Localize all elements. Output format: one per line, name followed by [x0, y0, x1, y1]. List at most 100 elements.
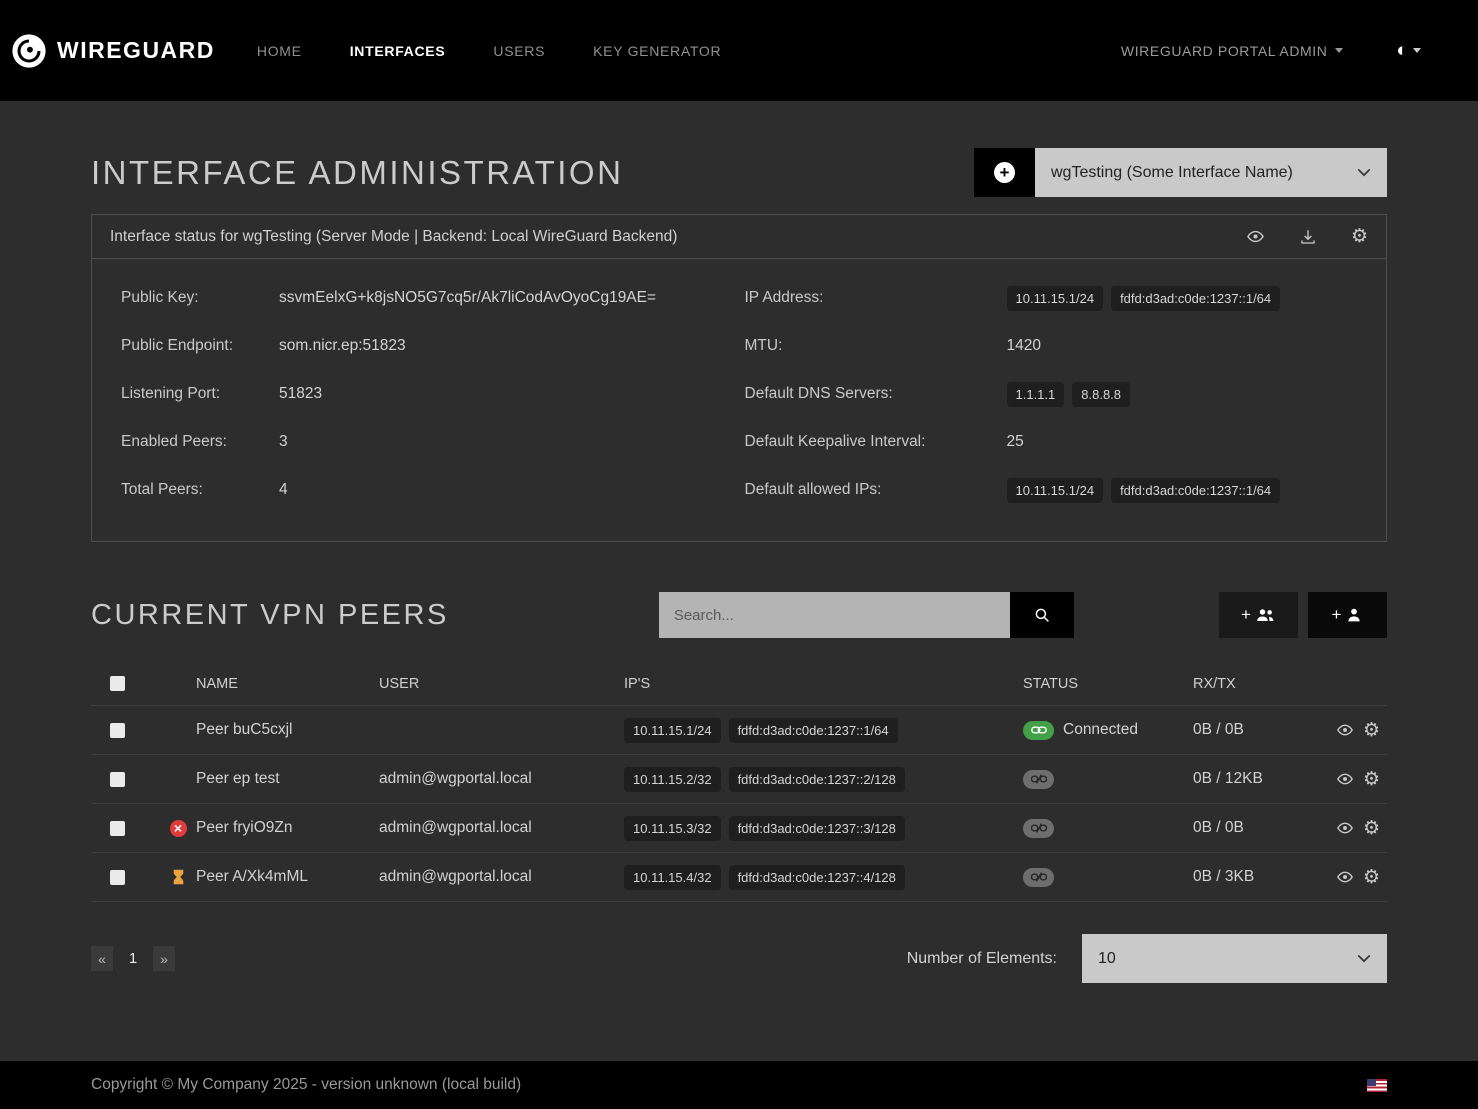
peer-settings-gear-icon[interactable]: ⚙ — [1363, 868, 1380, 887]
field-listening-port: Listening Port: 51823 — [121, 370, 745, 418]
navbar-right: WIREGUARD PORTAL ADMIN ◐ — [1121, 40, 1421, 62]
peers-table: NAME USER IP'S STATUS RX/TX Peer buC5cxj… — [91, 662, 1387, 902]
language-flag-us-icon[interactable] — [1367, 1079, 1387, 1092]
column-header-ips: IP'S — [624, 676, 1023, 692]
field-allowed-ips: Default allowed IPs: 10.11.15.1/24 fdfd:… — [745, 466, 1369, 514]
peer-ip-badge: 10.11.15.2/32 — [624, 767, 721, 792]
row-checkbox[interactable] — [110, 723, 125, 738]
interface-select-value: wgTesting (Some Interface Name) — [1051, 164, 1293, 182]
main-nav: HOME INTERFACES USERS KEY GENERATOR — [257, 43, 721, 59]
pagination-page-1[interactable]: 1 — [122, 946, 144, 971]
public-endpoint-value: som.nicr.ep:51823 — [279, 337, 745, 355]
nav-item-key-generator[interactable]: KEY GENERATOR — [593, 43, 721, 59]
pagination: « 1 » — [91, 946, 175, 971]
table-header-row: NAME USER IP'S STATUS RX/TX — [91, 662, 1387, 706]
search-icon — [1033, 606, 1051, 624]
mtu-value: 1420 — [1007, 337, 1369, 355]
interface-details-left: Public Key: ssvmEelxG+k8jsNO5G7cq5r/Ak7l… — [121, 274, 745, 514]
peer-settings-gear-icon[interactable]: ⚙ — [1363, 819, 1380, 838]
theme-circle-half-icon: ◐ — [1397, 40, 1408, 62]
nav-item-users[interactable]: USERS — [493, 43, 545, 59]
disconnected-broken-link-icon — [1023, 819, 1054, 838]
peer-rxtx: 0B / 0B — [1193, 721, 1336, 739]
peer-user: admin@wgportal.local — [379, 770, 624, 788]
table-row: Peer A/Xk4mML admin@wgportal.local 10.11… — [91, 853, 1387, 902]
peer-name: Peer A/Xk4mML — [196, 868, 379, 886]
elements-per-page-select[interactable]: 10 — [1082, 934, 1387, 983]
copyright-text: Copyright © My Company 2025 - version un… — [91, 1076, 521, 1094]
field-enabled-peers: Enabled Peers: 3 — [121, 418, 745, 466]
total-peers-value: 4 — [279, 481, 745, 499]
peer-search-input[interactable] — [659, 592, 1010, 638]
dns-badge: 8.8.8.8 — [1072, 382, 1130, 407]
download-config-icon[interactable] — [1299, 228, 1317, 246]
status-label: Connected — [1063, 721, 1138, 739]
users-icon — [1255, 606, 1276, 624]
main-content: INTERFACE ADMINISTRATION + wgTesting (So… — [0, 101, 1478, 1013]
page-footer: Copyright © My Company 2025 - version un… — [0, 1061, 1478, 1109]
top-navbar: WIREGUARD HOME INTERFACES USERS KEY GENE… — [0, 0, 1478, 101]
interface-details-right: IP Address: 10.11.15.1/24 fdfd:d3ad:c0de… — [745, 274, 1369, 514]
peer-view-eye-icon[interactable] — [1336, 721, 1354, 739]
plus-glyph: + — [1332, 605, 1342, 625]
peer-view-eye-icon[interactable] — [1336, 868, 1354, 886]
chevron-down-icon — [1357, 954, 1371, 963]
field-mtu: MTU: 1420 — [745, 322, 1369, 370]
peer-pending-hourglass-icon — [172, 869, 185, 885]
peer-ip-badge: fdfd:d3ad:c0de:1237::3/128 — [729, 816, 905, 841]
elements-per-page-label: Number of Elements: — [907, 950, 1057, 968]
peer-search-group — [659, 592, 1074, 638]
peer-view-eye-icon[interactable] — [1336, 819, 1354, 837]
plus-circle-icon: + — [994, 162, 1015, 183]
peer-ip-badge: fdfd:d3ad:c0de:1237::2/128 — [729, 767, 905, 792]
peer-rxtx: 0B / 12KB — [1193, 770, 1336, 788]
ip-badge: fdfd:d3ad:c0de:1237::1/64 — [1111, 286, 1280, 311]
column-header-name: NAME — [196, 676, 379, 692]
peer-settings-gear-icon[interactable]: ⚙ — [1363, 721, 1380, 740]
interface-status-title: Interface status for wgTesting (Server M… — [110, 228, 677, 246]
enabled-peers-value: 3 — [279, 433, 745, 451]
theme-toggle-dropdown[interactable]: ◐ — [1397, 40, 1421, 62]
row-checkbox[interactable] — [110, 870, 125, 885]
interface-controls: + wgTesting (Some Interface Name) — [974, 148, 1387, 197]
dns-badge: 1.1.1.1 — [1007, 382, 1065, 407]
wireguard-brand[interactable]: WIREGUARD — [10, 32, 215, 70]
brand-text: WIREGUARD — [57, 37, 215, 64]
field-default-dns: Default DNS Servers: 1.1.1.1 8.8.8.8 — [745, 370, 1369, 418]
field-public-key: Public Key: ssvmEelxG+k8jsNO5G7cq5r/Ak7l… — [121, 274, 745, 322]
peer-name: Peer fryiO9Zn — [196, 819, 379, 837]
nav-item-home[interactable]: HOME — [257, 43, 302, 59]
nav-item-interfaces[interactable]: INTERFACES — [350, 43, 446, 59]
peer-ip-badge: 10.11.15.3/32 — [624, 816, 721, 841]
allowed-ip-badge: 10.11.15.1/24 — [1007, 478, 1104, 503]
interface-status-card: Interface status for wgTesting (Server M… — [91, 214, 1387, 542]
add-peer-button[interactable]: + — [1308, 592, 1387, 638]
search-button[interactable] — [1010, 592, 1074, 638]
peer-ip-badge: 10.11.15.4/32 — [624, 865, 721, 890]
add-interface-button[interactable]: + — [974, 148, 1035, 197]
user-menu-dropdown[interactable]: WIREGUARD PORTAL ADMIN — [1121, 43, 1343, 59]
peer-view-eye-icon[interactable] — [1336, 770, 1354, 788]
add-multiple-peers-button[interactable]: + — [1219, 592, 1298, 638]
peer-add-buttons: + + — [1219, 592, 1387, 638]
row-checkbox[interactable] — [110, 772, 125, 787]
chevron-down-icon — [1335, 48, 1343, 53]
select-all-checkbox[interactable] — [110, 676, 125, 691]
peer-expired-icon: × — [170, 820, 187, 837]
field-ip-address: IP Address: 10.11.15.1/24 fdfd:d3ad:c0de… — [745, 274, 1369, 322]
interface-select[interactable]: wgTesting (Some Interface Name) — [1035, 148, 1387, 197]
peer-settings-gear-icon[interactable]: ⚙ — [1363, 770, 1380, 789]
connected-link-icon — [1023, 721, 1054, 740]
pagination-prev-button[interactable]: « — [91, 946, 113, 971]
view-config-eye-icon[interactable] — [1246, 227, 1265, 246]
table-row: Peer buC5cxjl 10.11.15.1/24 fdfd:d3ad:c0… — [91, 706, 1387, 755]
allowed-ip-badge: fdfd:d3ad:c0de:1237::1/64 — [1111, 478, 1280, 503]
user-icon — [1345, 606, 1363, 624]
pagination-next-button[interactable]: » — [153, 946, 175, 971]
peer-user: admin@wgportal.local — [379, 868, 624, 886]
interface-settings-gear-icon[interactable]: ⚙ — [1351, 227, 1368, 246]
column-header-rxtx: RX/TX — [1193, 676, 1336, 692]
elements-per-page-value: 10 — [1098, 950, 1116, 968]
row-checkbox[interactable] — [110, 821, 125, 836]
chevron-down-icon — [1413, 48, 1421, 53]
